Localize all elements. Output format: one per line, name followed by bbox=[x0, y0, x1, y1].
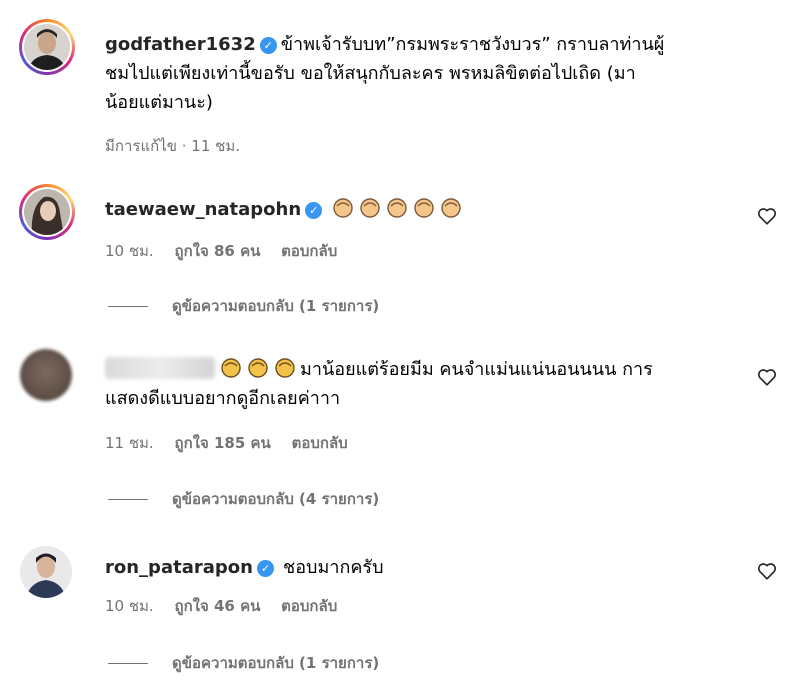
verified-badge-icon: ✓ bbox=[256, 560, 274, 577]
view-replies-button[interactable]: ดูข้อความตอบกลับ (1 รายการ) bbox=[108, 651, 379, 675]
username[interactable]: ron_patarapon bbox=[105, 557, 253, 578]
timestamp: 10 ชม. bbox=[105, 242, 154, 260]
likes-count[interactable]: ถูกใจ 46 คน bbox=[174, 597, 260, 615]
heart-outline-icon[interactable] bbox=[756, 366, 778, 388]
avatar-blurred[interactable] bbox=[20, 349, 72, 401]
username[interactable]: taewaew_natapohn bbox=[105, 199, 301, 220]
edited-timestamp: มีการแก้ไข · 11 ชม. bbox=[105, 137, 240, 155]
heart-outline-icon[interactable] bbox=[756, 560, 778, 582]
username[interactable]: godfather1632 bbox=[105, 34, 256, 55]
clap-emoji bbox=[221, 358, 241, 378]
clap-emoji bbox=[275, 358, 295, 378]
avatar-ron_patarapon[interactable] bbox=[20, 546, 72, 598]
divider-line bbox=[108, 499, 148, 500]
view-replies-button[interactable]: ดูข้อความตอบกลับ (1 รายการ) bbox=[108, 294, 379, 318]
comment-meta: 10 ชม. ถูกใจ 46 คน ตอบกลับ bbox=[105, 594, 353, 618]
reply-button[interactable]: ตอบกลับ bbox=[281, 597, 337, 615]
clap-emoji bbox=[248, 358, 268, 378]
divider-line bbox=[108, 663, 148, 664]
comment-meta: 10 ชม. ถูกใจ 86 คน ตอบกลับ bbox=[105, 239, 353, 263]
clap-emoji bbox=[360, 198, 380, 218]
clap-emoji bbox=[333, 198, 353, 218]
timestamp: 11 ชม. bbox=[105, 434, 154, 452]
avatar-godfather1632[interactable] bbox=[24, 24, 70, 70]
comment-text-line: ข้าพเจ้ารับบท”กรมพระราชวังบวร” กราบลาท่า… bbox=[280, 34, 665, 55]
view-replies-button[interactable]: ดูข้อความตอบกลับ (4 รายการ) bbox=[108, 487, 379, 511]
verified-badge-icon: ✓ bbox=[259, 37, 277, 54]
reply-button[interactable]: ตอบกลับ bbox=[292, 434, 348, 452]
view-replies-label: ดูข้อความตอบกลับ (1 รายการ) bbox=[172, 297, 380, 315]
reply-button[interactable]: ตอบกลับ bbox=[281, 242, 337, 260]
comment-1: godfather1632 ✓ ข้าพเจ้ารับบท”กรมพระราชวัง… bbox=[105, 30, 745, 117]
comment-text-line: มาน้อยแต่ร้อยมีม คนจำแม่นแน่นอนนนน การ bbox=[300, 359, 653, 380]
comment-text-line: แสดงดีแบบอยากดูอีกเลยค่าาา bbox=[105, 388, 341, 409]
likes-count[interactable]: ถูกใจ 86 คน bbox=[174, 242, 260, 260]
avatar-taewaew_natapohn[interactable] bbox=[24, 189, 70, 235]
clap-emoji-row bbox=[331, 198, 466, 219]
clap-emoji-row bbox=[219, 358, 300, 380]
comment-meta: 11 ชม. ถูกใจ 185 คน ตอบกลับ bbox=[105, 431, 364, 455]
clap-emoji bbox=[387, 198, 407, 218]
blurred-username[interactable] bbox=[105, 357, 215, 379]
divider-line bbox=[108, 306, 148, 307]
comment-text-line: ชมไปแต่เพียงเท่านี้ขอรับ ขอให้สนุกกับละค… bbox=[105, 63, 636, 84]
view-replies-label: ดูข้อความตอบกลับ (4 รายการ) bbox=[172, 490, 380, 508]
clap-emoji bbox=[414, 198, 434, 218]
clap-emoji bbox=[441, 198, 461, 218]
comment-4: ron_patarapon ✓ ชอบมากครับ bbox=[105, 553, 384, 582]
comment-2: taewaew_natapohn ✓ bbox=[105, 196, 466, 220]
comment-text: ชอบมากครับ bbox=[283, 557, 384, 578]
timestamp: 10 ชม. bbox=[105, 597, 154, 615]
comment-3: มาน้อยแต่ร้อยมีม คนจำแม่นแน่นอนนนน การ แ… bbox=[105, 355, 745, 413]
heart-outline-icon[interactable] bbox=[756, 205, 778, 227]
view-replies-label: ดูข้อความตอบกลับ (1 รายการ) bbox=[172, 654, 380, 672]
likes-count[interactable]: ถูกใจ 185 คน bbox=[174, 434, 270, 452]
comment-text-line: น้อยแต่มานะ) bbox=[105, 92, 213, 113]
verified-badge-icon: ✓ bbox=[305, 202, 323, 219]
